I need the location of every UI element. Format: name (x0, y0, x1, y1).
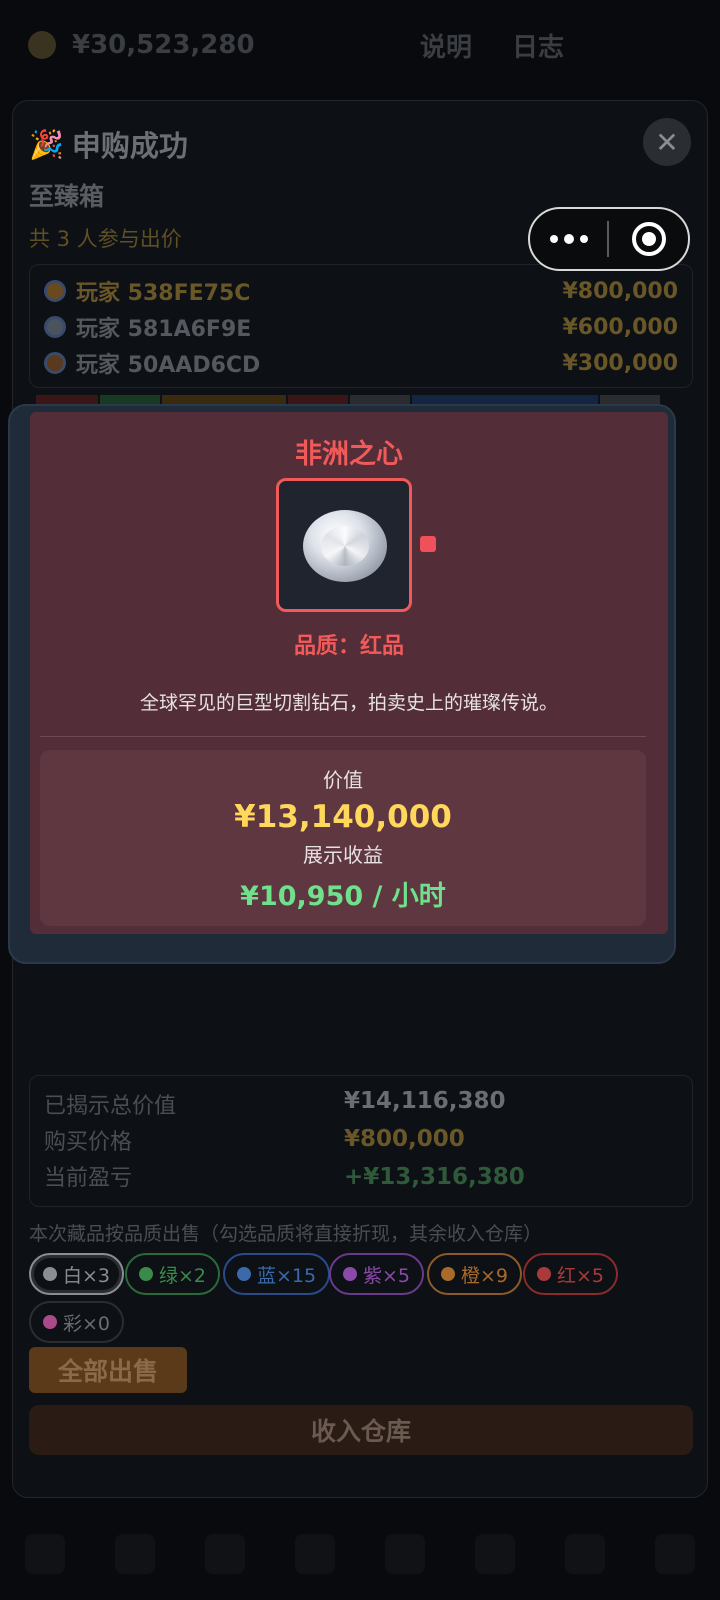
nav-icon[interactable] (385, 1534, 425, 1574)
income-label: 展示收益 (303, 843, 383, 867)
bid-row: 玩家 50AAD6CD ¥300,000 (44, 345, 678, 381)
store-to-warehouse-button[interactable]: 收入仓库 (29, 1405, 693, 1455)
bid-amount: ¥800,000 (562, 278, 678, 304)
price-label: 购买价格 (44, 1130, 133, 1155)
silver-medal-icon (44, 316, 66, 338)
bid-player: 玩家 538FE75C (76, 281, 251, 306)
bottom-nav (0, 1508, 720, 1600)
nav-icon[interactable] (655, 1534, 695, 1574)
nav-icon[interactable] (295, 1534, 335, 1574)
quality-chip-white[interactable]: 白×3 (29, 1253, 125, 1295)
chip-label: 白×3 (63, 1264, 111, 1287)
tab-log[interactable]: 日志 (512, 27, 564, 64)
price-value: ¥800,000 (344, 1126, 465, 1152)
reveal-card: 非洲之心 品质：红品 全球罕见的巨型切割钻石，拍卖史上的璀璨传说。 价值 ¥13… (30, 412, 668, 934)
gold-medal-icon (44, 280, 66, 302)
pnl-label: 当前盈亏 (44, 1166, 133, 1191)
coin-icon (28, 31, 56, 59)
quality-chip-orange[interactable]: 橙×9 (427, 1253, 523, 1295)
close-button[interactable]: ✕ (643, 118, 691, 166)
quality-chip-blue[interactable]: 蓝×15 (223, 1253, 331, 1295)
nav-icon[interactable] (115, 1534, 155, 1574)
party-popper-icon: 🎉 (29, 127, 64, 161)
bid-row: 玩家 538FE75C ¥800,000 (44, 273, 678, 309)
top-bar: ¥30,523,280 说明 日志 (0, 0, 720, 90)
top-tabs: 说明 日志 (420, 27, 564, 64)
purple-dot-icon (343, 1267, 357, 1281)
nav-icon[interactable] (25, 1534, 65, 1574)
chip-label: 蓝×15 (257, 1264, 317, 1287)
quality-chip-red[interactable]: 红×5 (523, 1253, 619, 1295)
bid-amount: ¥600,000 (562, 314, 678, 340)
diamond-icon (303, 510, 387, 582)
nav-icon[interactable] (205, 1534, 245, 1574)
summary-panel: 已揭示总价值 ¥14,116,380 购买价格 ¥800,000 当前盈亏 +¥… (29, 1075, 693, 1207)
item-income: ¥10,950 / 小时 (240, 881, 446, 912)
bid-player: 玩家 581A6F9E (76, 317, 252, 342)
nav-icon[interactable] (565, 1534, 605, 1574)
item-name: 非洲之心 (295, 439, 403, 470)
bid-list: 玩家 538FE75C ¥800,000 玩家 581A6F9E ¥600,00… (29, 264, 693, 388)
value-label: 价值 (323, 768, 363, 792)
chip-label: 紫×5 (363, 1264, 411, 1287)
quality-chip-green[interactable]: 绿×2 (125, 1253, 221, 1295)
quality-chip-rainbow[interactable]: 彩×0 (29, 1301, 125, 1343)
item-description: 全球罕见的巨型切割钻石，拍卖史上的璀璨传说。 (139, 692, 558, 714)
bid-player: 玩家 50AAD6CD (76, 353, 261, 378)
participants-count: 共 3 人参与出价 (29, 227, 182, 251)
bid-amount: ¥300,000 (562, 350, 678, 376)
red-dot-icon (537, 1267, 551, 1281)
item-quality: 品质：红品 (293, 634, 404, 659)
value-box: 价值 ¥13,140,000 展示收益 ¥10,950 / 小时 (40, 750, 646, 926)
item-image-frame (276, 478, 412, 612)
more-dot-icon (549, 234, 558, 243)
miniprogram-capsule (528, 207, 690, 271)
tab-help[interactable]: 说明 (420, 27, 472, 64)
total-value-label: 已揭示总价值 (44, 1094, 177, 1119)
quality-badge-icon (420, 536, 436, 552)
rainbow-dot-icon (43, 1315, 57, 1329)
bid-row: 玩家 581A6F9E ¥600,000 (44, 309, 678, 345)
more-dot-icon (579, 234, 588, 243)
divider (40, 736, 646, 737)
bronze-medal-icon (44, 352, 66, 374)
blue-dot-icon (237, 1267, 251, 1281)
more-button[interactable] (530, 233, 607, 244)
white-dot-icon (43, 1267, 57, 1281)
chip-label: 彩×0 (63, 1312, 111, 1335)
modal-title-text: 申购成功 (71, 129, 188, 163)
target-icon (631, 222, 666, 256)
modal-title: 🎉 申购成功 (29, 123, 188, 165)
sell-note: 本次藏品按品质出售（勾选品质将直接折现，其余收入仓库） (29, 1223, 543, 1245)
green-dot-icon (139, 1267, 153, 1281)
nav-icon[interactable] (475, 1534, 515, 1574)
more-dot-icon (563, 233, 574, 244)
pnl-value: +¥13,316,380 (344, 1164, 525, 1190)
balance: ¥30,523,280 (72, 30, 255, 60)
quality-chip-purple[interactable]: 紫×5 (329, 1253, 425, 1295)
sell-all-button[interactable]: 全部出售 (29, 1347, 187, 1393)
chip-label: 橙×9 (461, 1264, 509, 1287)
close-miniprogram-button[interactable] (609, 222, 688, 256)
box-name: 至臻箱 (29, 182, 105, 211)
item-value: ¥13,140,000 (234, 799, 452, 835)
chip-label: 红×5 (557, 1264, 605, 1287)
total-value: ¥14,116,380 (344, 1088, 506, 1114)
orange-dot-icon (441, 1267, 455, 1281)
close-icon: ✕ (655, 125, 679, 159)
chip-label: 绿×2 (159, 1264, 207, 1287)
